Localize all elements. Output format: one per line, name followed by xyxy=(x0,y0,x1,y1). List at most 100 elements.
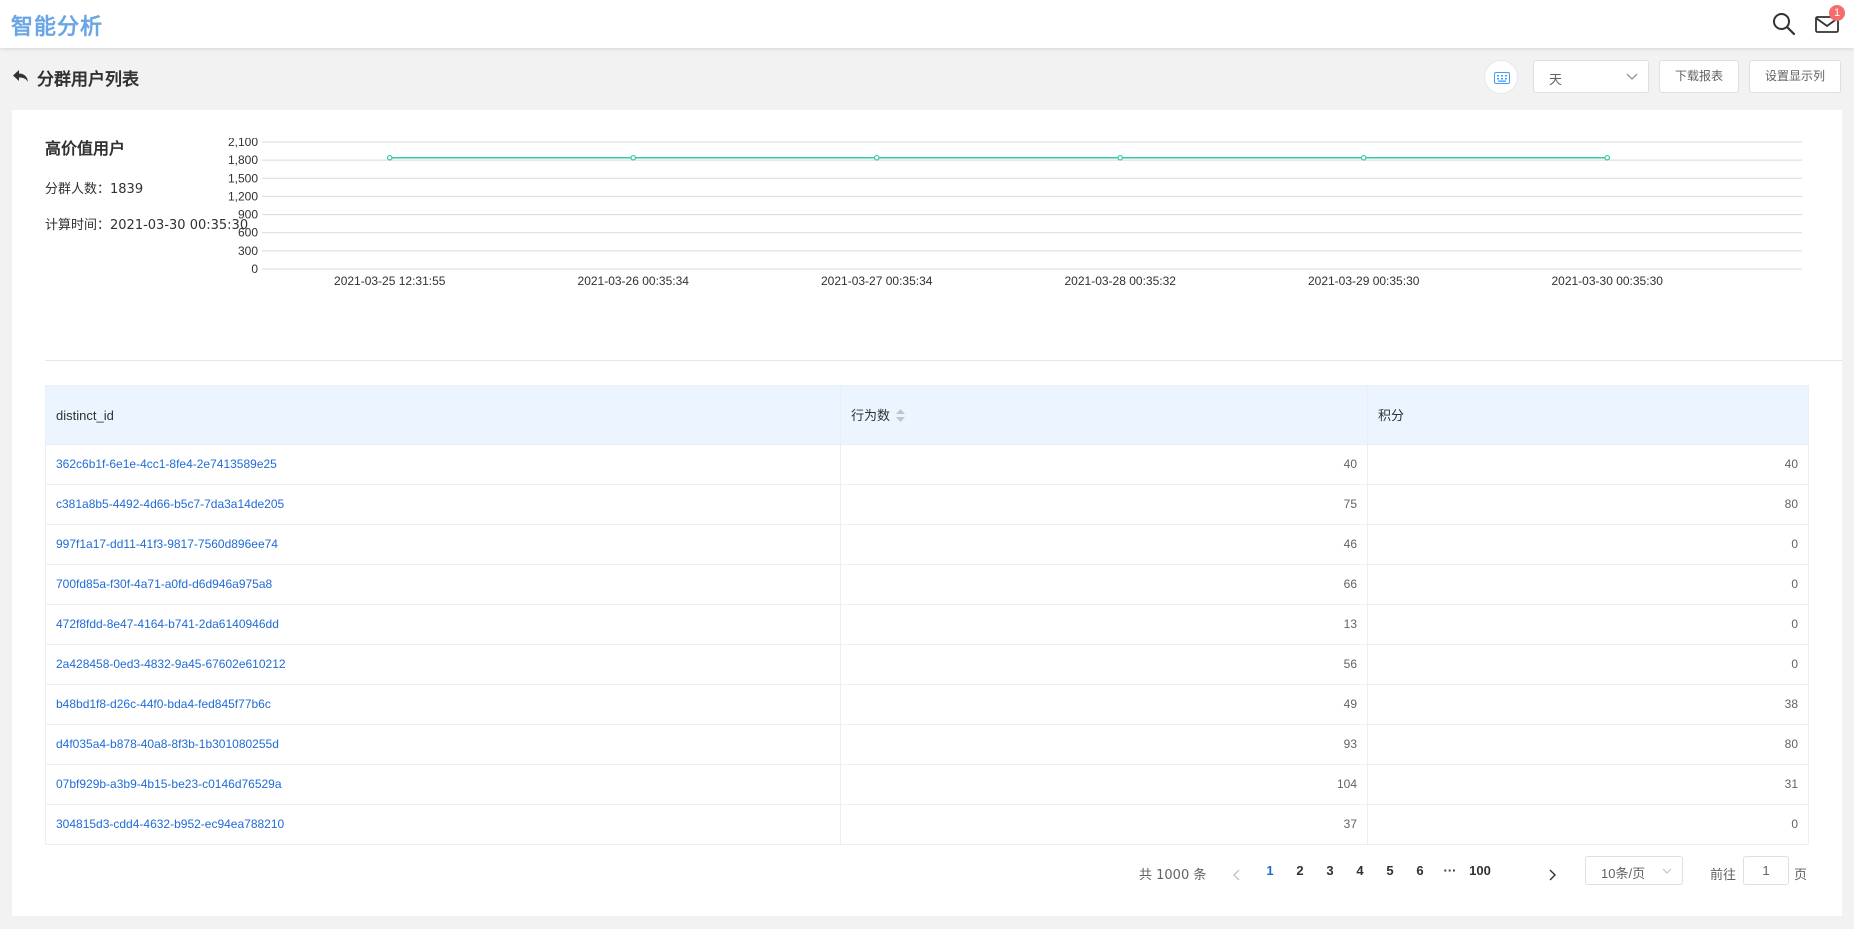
table-row: b48bd1f8-d26c-44f0-bda4-fed845f77b6c 49 38 xyxy=(46,685,1808,725)
table-row: 700fd85a-f30f-4a71-a0fd-d6d946a975a8 66 0 xyxy=(46,565,1808,605)
x-tick-label: 2021-03-26 00:35:34 xyxy=(578,274,690,288)
chevron-down-icon xyxy=(1662,868,1672,874)
cell-actions: 40 xyxy=(841,445,1368,484)
cell-distinct-id[interactable]: 304815d3-cdd4-4632-b952-ec94ea788210 xyxy=(46,805,841,844)
table-row: 304815d3-cdd4-4632-b952-ec94ea788210 37 0 xyxy=(46,805,1808,845)
cell-score: 80 xyxy=(1784,497,1798,511)
page-number[interactable]: 4 xyxy=(1345,863,1375,878)
page-ellipsis[interactable]: ··· xyxy=(1435,863,1465,878)
sort-icon[interactable] xyxy=(896,409,906,423)
cell-distinct-id[interactable]: 2a428458-0ed3-4832-9a45-67602e610212 xyxy=(46,645,841,684)
y-tick-label: 0 xyxy=(251,262,258,276)
goto-suffix: 页 xyxy=(1794,868,1808,883)
data-point[interactable] xyxy=(1604,154,1611,161)
x-tick-label: 2021-03-28 00:35:32 xyxy=(1065,274,1177,288)
cell-distinct-id[interactable]: b48bd1f8-d26c-44f0-bda4-fed845f77b6c xyxy=(46,685,841,724)
y-tick-label: 1,200 xyxy=(228,189,258,203)
group-name: 高价值用户 xyxy=(45,139,126,158)
cell-distinct-id[interactable]: c381a8b5-4492-4d66-b5c7-7da3a14de205 xyxy=(46,485,841,524)
main-panel: 高价值用户 分群人数：1839 计算时间： 2021-03-30 00:35:30… xyxy=(12,110,1842,916)
cell-actions: 56 xyxy=(841,645,1368,684)
data-point[interactable] xyxy=(386,154,393,161)
chevron-down-icon xyxy=(1626,73,1638,80)
y-tick-label: 900 xyxy=(238,208,258,222)
cell-score: 38 xyxy=(1784,697,1798,711)
group-count-value: 1839 xyxy=(110,182,144,197)
cell-actions: 49 xyxy=(841,685,1368,724)
page-size-value: 10条/页 xyxy=(1601,866,1646,881)
column-header-actions-label: 行为数 xyxy=(851,408,891,423)
cell-score: 40 xyxy=(1784,457,1798,471)
download-report-button[interactable]: 下载报表 xyxy=(1659,60,1739,93)
next-page-icon[interactable] xyxy=(1546,866,1558,881)
data-point[interactable] xyxy=(1360,154,1367,161)
page-number[interactable]: 3 xyxy=(1315,863,1345,878)
table-view-button[interactable] xyxy=(1484,60,1518,94)
cell-actions: 75 xyxy=(841,485,1368,524)
column-header-score: 积分 xyxy=(1378,408,1405,423)
y-tick-label: 1,500 xyxy=(228,171,258,185)
cell-score: 0 xyxy=(1791,537,1798,551)
pagination-total: 共 1000 条 xyxy=(1139,868,1207,883)
cell-score: 31 xyxy=(1784,777,1798,791)
search-icon[interactable] xyxy=(1770,10,1798,38)
app-brand[interactable]: 智能分析 xyxy=(11,9,103,41)
data-point[interactable] xyxy=(873,154,880,161)
y-tick-label: 600 xyxy=(238,226,258,240)
page-title: 分群用户列表 xyxy=(37,70,139,90)
table-row: 362c6b1f-6e1e-4cc1-8fe4-2e7413589e25 40 40 xyxy=(46,445,1808,485)
y-tick-label: 1,800 xyxy=(228,153,258,167)
x-tick-label: 2021-03-25 12:31:55 xyxy=(334,274,446,288)
user-count-line-chart: 0 300 600 900 1,200 1,500 1,800 2,100 2021-03-25… xyxy=(228,138,1802,288)
x-tick-label: 2021-03-30 00:35:30 xyxy=(1551,274,1663,288)
table-row: 472f8fdd-8e47-4164-b741-2da6140946dd 13 0 xyxy=(46,605,1808,645)
cell-distinct-id[interactable]: d4f035a4-b878-40a8-8f3b-1b301080255d xyxy=(46,725,841,764)
goto-page-input[interactable] xyxy=(1743,856,1789,885)
cell-distinct-id[interactable]: 472f8fdd-8e47-4164-b741-2da6140946dd xyxy=(46,605,841,644)
page-size-select[interactable]: 10条/页 xyxy=(1585,856,1683,885)
granularity-value: 天 xyxy=(1549,73,1563,88)
cell-actions: 66 xyxy=(841,565,1368,604)
table-header: distinct_id 行为数 积分 xyxy=(46,386,1808,445)
column-header-actions[interactable]: 行为数 xyxy=(841,386,1368,444)
page-number[interactable]: 100 xyxy=(1465,863,1495,878)
group-time-label: 计算时间： xyxy=(45,218,111,233)
table-row: 07bf929b-a3b9-4b15-be23-c0146d76529a 104 3… xyxy=(46,765,1808,805)
y-tick-label: 300 xyxy=(238,244,258,258)
section-divider xyxy=(45,360,1842,361)
y-tick-label: 2,100 xyxy=(228,138,258,149)
group-count-label: 分群人数： xyxy=(45,182,111,197)
data-point[interactable] xyxy=(1117,154,1124,161)
goto-prefix: 前往 xyxy=(1710,868,1737,883)
cell-distinct-id[interactable]: 700fd85a-f30f-4a71-a0fd-d6d946a975a8 xyxy=(46,565,841,604)
data-point[interactable] xyxy=(630,154,637,161)
granularity-select[interactable]: 天 xyxy=(1533,60,1649,93)
table-row: c381a8b5-4492-4d66-b5c7-7da3a14de205 75 80 xyxy=(46,485,1808,525)
cell-distinct-id[interactable]: 997f1a17-dd11-41f3-9817-7560d896ee74 xyxy=(46,525,841,564)
column-header-distinct-id: distinct_id xyxy=(46,386,841,444)
page-number[interactable]: 6 xyxy=(1405,863,1435,878)
cell-actions: 93 xyxy=(841,725,1368,764)
cell-score: 80 xyxy=(1784,737,1798,751)
cell-distinct-id[interactable]: 07bf929b-a3b9-4b15-be23-c0146d76529a xyxy=(46,765,841,804)
group-count: 分群人数：1839 xyxy=(45,178,143,197)
mail-badge: 1 xyxy=(1829,5,1845,21)
cell-actions: 104 xyxy=(841,765,1368,804)
x-tick-label: 2021-03-29 00:35:30 xyxy=(1308,274,1420,288)
x-tick-label: 2021-03-27 00:35:34 xyxy=(821,274,933,288)
table-row: 2a428458-0ed3-4832-9a45-67602e610212 56 0 xyxy=(46,645,1808,685)
set-columns-button[interactable]: 设置显示列 xyxy=(1749,60,1841,93)
page-number[interactable]: 5 xyxy=(1375,863,1405,878)
prev-page-icon[interactable] xyxy=(1231,866,1243,881)
cell-actions: 46 xyxy=(841,525,1368,564)
table-row: 997f1a17-dd11-41f3-9817-7560d896ee74 46 0 xyxy=(46,525,1808,565)
cell-actions: 37 xyxy=(841,805,1368,844)
page-number[interactable]: 2 xyxy=(1285,863,1315,878)
table-row: d4f035a4-b878-40a8-8f3b-1b301080255d 93 80 xyxy=(46,725,1808,765)
cell-score: 0 xyxy=(1791,577,1798,591)
page-number[interactable]: 1 xyxy=(1255,863,1285,878)
user-table: distinct_id 行为数 积分 362c6b1f-6e1e-4cc1-8f… xyxy=(45,385,1809,845)
top-bar: 智能分析 1 xyxy=(0,0,1854,48)
cell-distinct-id[interactable]: 362c6b1f-6e1e-4cc1-8fe4-2e7413589e25 xyxy=(46,445,841,484)
back-icon[interactable] xyxy=(12,68,30,84)
